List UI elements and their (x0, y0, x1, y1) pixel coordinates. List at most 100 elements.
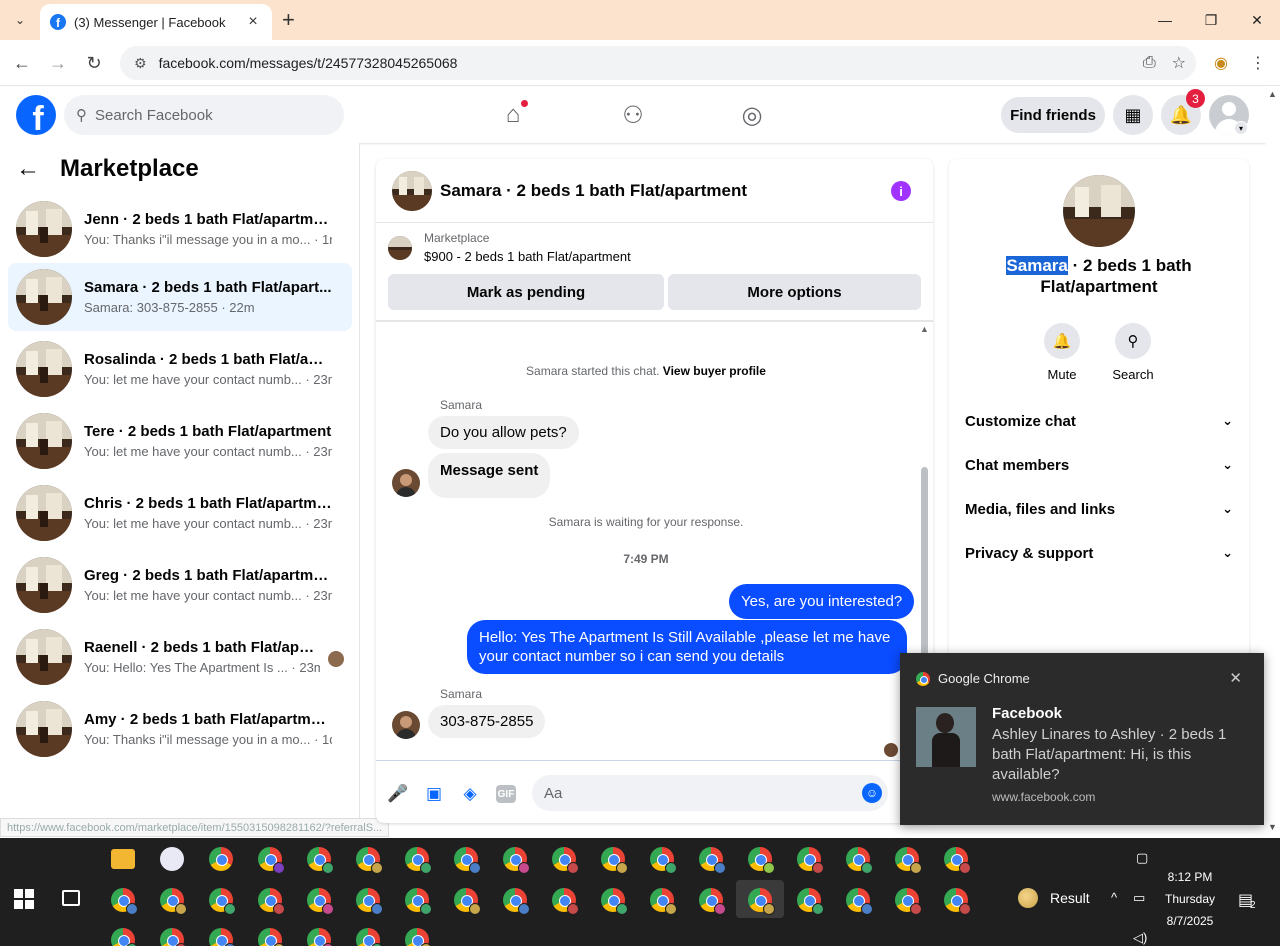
attach-photo-icon[interactable]: ▣ (423, 783, 445, 805)
forward-icon[interactable]: → (45, 50, 71, 76)
bookmark-star-icon[interactable]: ☆ (1172, 53, 1186, 73)
chrome-profile-icon[interactable] (454, 847, 481, 874)
groups-nav-icon[interactable]: ◎ (736, 99, 768, 131)
conversation-info-icon[interactable]: i (891, 181, 911, 201)
new-tab-icon[interactable]: + (282, 8, 295, 32)
chrome-profile-icon[interactable] (601, 888, 628, 915)
restore-icon[interactable]: ❐ (1188, 0, 1234, 40)
chrome-profile-icon[interactable] (454, 888, 481, 915)
sender-avatar[interactable] (392, 711, 420, 739)
close-window-icon[interactable]: ✕ (1234, 0, 1280, 40)
view-buyer-profile-link[interactable]: View buyer profile (663, 364, 766, 378)
account-chevron-icon[interactable]: ▾ (1234, 121, 1248, 135)
chrome-profile-icon[interactable] (650, 888, 677, 915)
chrome-profile-icon[interactable] (797, 888, 824, 915)
chrome-profile-icon[interactable] (944, 888, 971, 915)
incoming-message[interactable]: 303-875-2855 (428, 705, 546, 738)
chrome-profile-icon[interactable] (258, 888, 285, 915)
conversation-item[interactable]: Raenell · 2 beds 1 bath Flat/apar... You:… (8, 623, 352, 691)
conversation-item[interactable]: Amy · 2 beds 1 bath Flat/apartment You: T… (8, 695, 352, 763)
chrome-profile-icon[interactable] (111, 928, 138, 946)
emoji-icon[interactable]: ☺ (862, 783, 882, 803)
chrome-profile-icon[interactable] (307, 847, 334, 874)
volume-icon[interactable]: ◁) (1133, 930, 1147, 946)
conversation-item[interactable]: Greg · 2 beds 1 bath Flat/apartment You: … (8, 551, 352, 619)
chat-title[interactable]: Samara · 2 beds 1 bath Flat/apartment (440, 181, 747, 201)
sender-avatar[interactable] (392, 469, 420, 497)
chrome-profile-icon[interactable] (209, 888, 236, 915)
chrome-profile-icon[interactable] (699, 847, 726, 874)
outgoing-message[interactable]: Hello: Yes The Apartment Is Still Availa… (467, 620, 907, 674)
clock-day[interactable]: Thursday (1154, 892, 1226, 906)
conversation-item[interactable]: Tere · 2 beds 1 bath Flat/apartment You: … (8, 407, 352, 475)
chrome-icon[interactable] (209, 847, 233, 871)
message-input-wrap[interactable]: ☺ (532, 775, 888, 811)
address-bar[interactable]: ⚙ facebook.com/messages/t/24577328045265… (120, 46, 1196, 80)
chrome-profile-icon[interactable] (209, 928, 236, 946)
weather-widget[interactable]: Result (1018, 888, 1090, 908)
chrome-profile-icon[interactable] (944, 847, 971, 874)
chrome-profile-icon[interactable] (552, 888, 579, 915)
friends-nav-icon[interactable]: ⚇ (617, 99, 649, 131)
url-text[interactable]: facebook.com/messages/t/2457732804526506… (159, 55, 1127, 71)
clock-date[interactable]: 8/7/2025 (1154, 914, 1226, 928)
conversation-item[interactable]: Jenn · 2 beds 1 bath Flat/apartment You: … (8, 195, 352, 263)
chrome-profile-icon[interactable] (307, 888, 334, 915)
chrome-profile-icon[interactable] (895, 847, 922, 874)
chrome-profile-icon[interactable] (160, 888, 187, 915)
conversation-item[interactable]: Rosalinda · 2 beds 1 bath Flat/apar... Yo… (8, 335, 352, 403)
chat-scroll-up-icon[interactable]: ▲ (920, 324, 929, 334)
conversation-item-active[interactable]: Samara · 2 beds 1 bath Flat/apart... Sama… (8, 263, 352, 331)
incoming-message[interactable]: Do you allow pets? (428, 416, 579, 449)
media-files-links-section[interactable]: Media, files and links ⌄ (965, 489, 1233, 529)
customize-chat-section[interactable]: Customize chat ⌄ (965, 401, 1233, 441)
sticker-icon[interactable]: ◈ (459, 783, 481, 805)
chrome-profile-icon[interactable] (356, 888, 383, 915)
notification-close-icon[interactable]: ✕ (1229, 669, 1242, 687)
mute-action[interactable]: 🔔 Mute (1032, 323, 1092, 382)
mark-as-pending-button[interactable]: Mark as pending (388, 274, 664, 310)
chat-scroll-thumb[interactable] (921, 467, 928, 667)
chrome-profile-icon[interactable] (503, 888, 530, 915)
chrome-profile-icon[interactable] (405, 847, 432, 874)
marketplace-listing-row[interactable]: Marketplace $900 - 2 beds 1 bath Flat/ap… (388, 231, 631, 264)
chat-members-section[interactable]: Chat members ⌄ (965, 445, 1233, 485)
network-icon[interactable]: ▭ (1133, 890, 1145, 906)
scroll-down-icon[interactable]: ▼ (1268, 822, 1277, 832)
chrome-notification[interactable]: Google Chrome ✕ Facebook Ashley Linares … (900, 653, 1264, 825)
windows-start-icon[interactable] (14, 889, 34, 909)
gif-icon[interactable]: GIF (496, 785, 516, 803)
privacy-support-section[interactable]: Privacy & support ⌄ (965, 533, 1233, 573)
menu-grid-icon[interactable]: ▦ (1113, 95, 1153, 135)
tab-close-icon[interactable]: × (244, 13, 262, 31)
incoming-message[interactable]: Message sent (428, 453, 551, 498)
facebook-search-input[interactable] (95, 106, 315, 124)
facebook-search[interactable]: ⚲ (64, 95, 344, 135)
chrome-menu-icon[interactable]: ⋮ (1245, 50, 1271, 76)
chrome-profile-icon[interactable] (601, 847, 628, 874)
chrome-profile-icon[interactable] (846, 847, 873, 874)
paint-app-icon[interactable] (160, 847, 184, 871)
voice-clip-icon[interactable]: 🎤 (387, 783, 409, 805)
minimize-icon[interactable]: — (1142, 0, 1188, 40)
outgoing-message[interactable]: Yes, are you interested? (729, 584, 915, 619)
chrome-profile-icon[interactable] (699, 888, 726, 915)
chrome-profile-icon[interactable] (650, 847, 677, 874)
chrome-profile-icon[interactable] (895, 888, 922, 915)
facebook-logo-icon[interactable]: f (16, 95, 56, 136)
file-explorer-icon[interactable] (111, 849, 135, 869)
back-icon[interactable]: ← (9, 50, 35, 76)
scroll-up-icon[interactable]: ▲ (1268, 89, 1277, 99)
chrome-profile-icon[interactable] (258, 928, 285, 946)
chrome-profile-icon[interactable] (405, 888, 432, 915)
message-input[interactable] (544, 784, 844, 802)
page-scrollbar[interactable]: ▲ ▼ (1266, 87, 1280, 837)
more-options-button[interactable]: More options (668, 274, 921, 310)
install-app-icon[interactable]: ⎙ (1143, 54, 1156, 72)
search-action[interactable]: ⚲ Search (1103, 323, 1163, 382)
site-info-icon[interactable]: ⚙ (134, 55, 147, 72)
show-hidden-icons-icon[interactable]: ^ (1111, 890, 1117, 905)
chrome-profile-icon[interactable] (356, 847, 383, 874)
notifications-bell-icon[interactable]: 🔔 3 (1161, 89, 1205, 135)
screen-capture-icon[interactable]: ▢ (1136, 850, 1148, 866)
